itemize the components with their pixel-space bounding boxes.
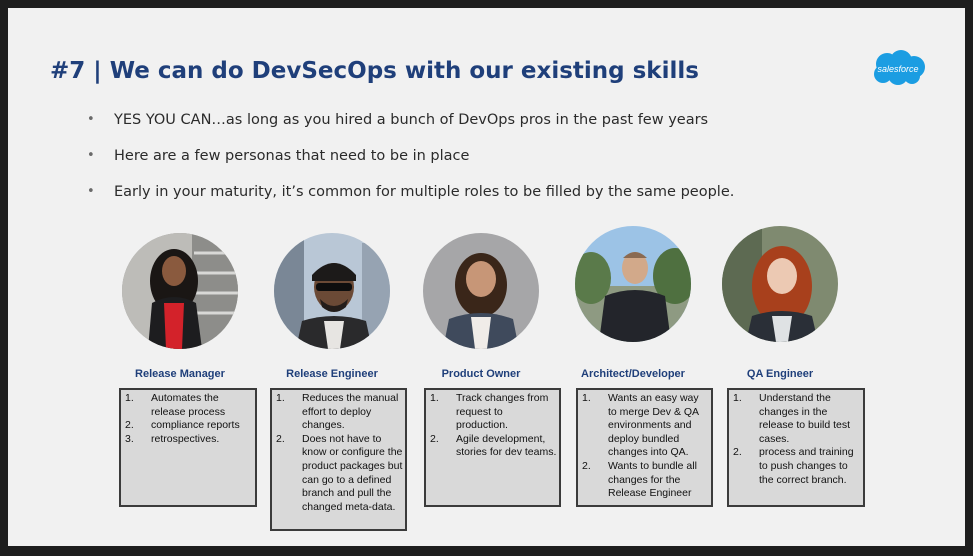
- release-engineer-label: Release Engineer: [286, 368, 378, 380]
- bullet-item: • Early in your maturity, it’s common for…: [85, 180, 734, 216]
- list-item: 1. Track changes from request to producti…: [430, 392, 549, 432]
- architect-developer-label: Architect/Developer: [581, 368, 685, 380]
- list-item: 2. Wants to bundle all changes for the Re…: [582, 459, 697, 500]
- bullet-icon: •: [87, 184, 95, 199]
- slide: #7 | We can do DevSecOps with our existi…: [8, 8, 965, 546]
- bullet-item: • Here are a few personas that need to be…: [85, 144, 734, 180]
- list-item: 1. Automates the release process: [125, 392, 226, 418]
- list-item: 1. Wants an easy way to merge Dev & QA en…: [582, 392, 699, 459]
- qa-engineer-label: QA Engineer: [746, 368, 814, 380]
- release-engineer-duties: 1. Reduces the manual effort to deploy ch…: [270, 388, 407, 531]
- release-manager-photo: [122, 233, 238, 349]
- product-owner-photo: [423, 233, 539, 349]
- list-item: 2. Does not have to know or configure the…: [276, 432, 403, 513]
- product-owner-label: Product Owner: [441, 368, 521, 380]
- bullet-item: • YES YOU CAN…as long as you hired a bunc…: [85, 108, 734, 144]
- bullet-icon: •: [87, 148, 95, 163]
- qa-engineer-photo: [722, 226, 838, 342]
- product-owner-duties: 1. Track changes from request to producti…: [424, 388, 561, 507]
- bullet-icon: •: [87, 112, 95, 127]
- list-item: 2. compliance reports: [125, 419, 240, 432]
- list-item: 2. process and training to push changes t…: [733, 446, 854, 486]
- bullet-list: • YES YOU CAN…as long as you hired a bunc…: [85, 108, 734, 216]
- release-manager-label: Release Manager: [135, 368, 225, 380]
- list-item: 1. Reduces the manual effort to deploy ch…: [276, 392, 399, 432]
- release-manager-duties: 1. Automates the release process 2. compli…: [119, 388, 257, 507]
- slide-title: #7 | We can do DevSecOps with our existi…: [50, 58, 699, 84]
- list-item: 2. Agile development, stories for dev tea…: [430, 432, 557, 459]
- logo-text: salesforce: [877, 64, 918, 74]
- list-item: 3. retrospectives.: [125, 432, 220, 445]
- architect-developer-photo: [575, 226, 691, 342]
- list-item: 1. Understand the changes in the release …: [733, 392, 851, 445]
- salesforce-logo: salesforce: [870, 49, 926, 87]
- architect-developer-duties: 1. Wants an easy way to merge Dev & QA en…: [576, 388, 713, 507]
- salesforce-cloud-icon: salesforce: [874, 50, 925, 85]
- release-engineer-photo: [274, 233, 390, 349]
- qa-engineer-duties: 1. Understand the changes in the release …: [727, 388, 865, 507]
